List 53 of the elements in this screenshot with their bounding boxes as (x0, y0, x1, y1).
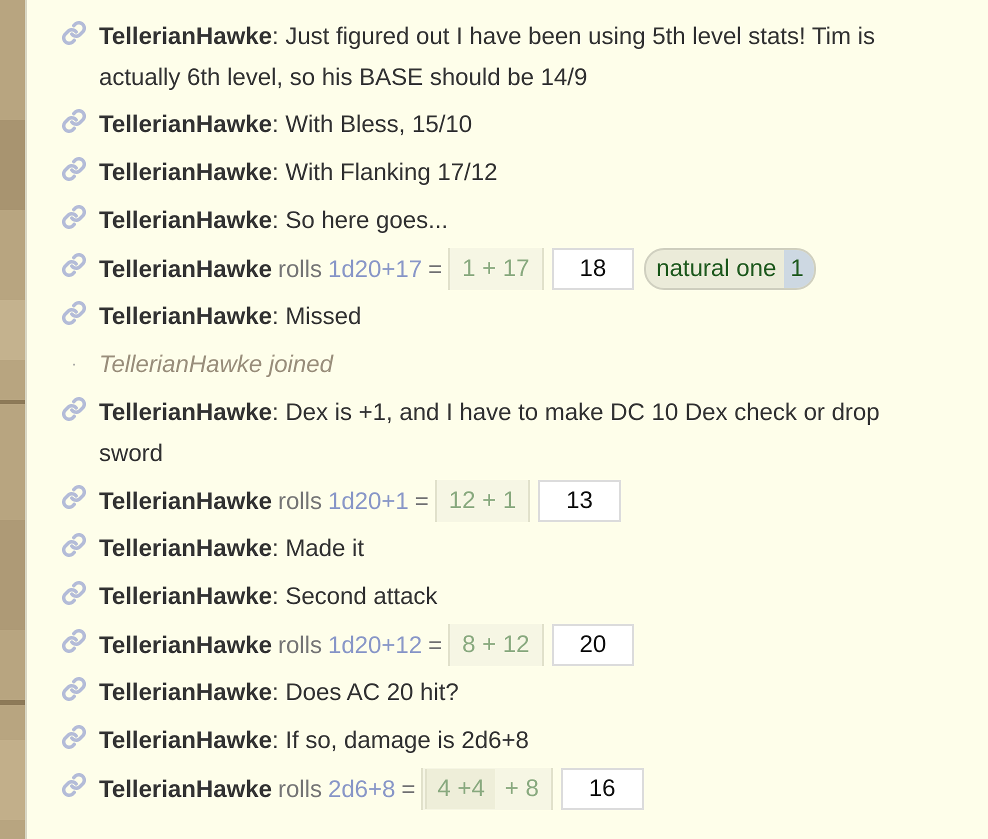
link-icon[interactable] (61, 628, 87, 654)
link-icon[interactable] (61, 108, 87, 134)
author-name: TellerianHawke (99, 254, 272, 284)
equals-sign: = (414, 486, 429, 516)
link-icon[interactable] (61, 724, 87, 750)
link-icon[interactable] (61, 204, 87, 230)
tag-value: 1 (784, 250, 814, 288)
bullet: · (70, 355, 78, 375)
dice-formula: 1d20+1 (328, 486, 409, 516)
equals-sign: = (401, 774, 416, 804)
roll-verb: rolls (278, 486, 322, 516)
author-name: TellerianHawke (99, 774, 272, 804)
roll-breakdown: 8 + 12 (461, 630, 531, 660)
roll-total: 16 (560, 768, 644, 810)
link-icon[interactable] (61, 252, 87, 278)
link-icon[interactable] (61, 676, 87, 702)
roll-total: 20 (552, 624, 634, 666)
link-icon[interactable] (61, 20, 87, 46)
dice-formula: 2d6+8 (328, 774, 396, 804)
roll-breakdown: 12 + 1 (448, 486, 518, 516)
link-icon[interactable] (61, 772, 87, 798)
author-name: TellerianHawke (99, 630, 272, 660)
roll-total: 13 (538, 480, 621, 522)
roll-breakdown: + 8 (504, 774, 540, 804)
tag-label: natural one (655, 254, 778, 284)
link-icon[interactable] (61, 532, 87, 558)
author-name: TellerianHawke (99, 486, 272, 516)
dice-formula: 1d20+17 (328, 254, 422, 284)
link-icon[interactable] (61, 580, 87, 606)
chat-message: TellerianHawke: If so, damage is 2d6+8 (99, 726, 529, 756)
link-icon[interactable] (61, 396, 87, 422)
chat-message: TellerianHawke: Second attack (99, 582, 438, 612)
link-icon[interactable] (61, 484, 87, 510)
chat-message: TellerianHawke: Does AC 20 hit? (99, 678, 459, 708)
roll-verb: rolls (278, 254, 322, 284)
roll-verb: rolls (278, 774, 322, 804)
equals-sign: = (428, 254, 442, 284)
chat-message: TellerianHawke: Just figured out I have been using 5th level stats! Tim is actually 6th level, so his BASE should be 14/9 (99, 22, 876, 93)
roll-total: 18 (552, 248, 634, 290)
chat-message: TellerianHawke: With Flanking 17/12 (99, 158, 498, 188)
equals-sign: = (428, 630, 442, 660)
link-icon[interactable] (61, 300, 87, 326)
roll-breakdown: 4 +4 (425, 769, 495, 809)
chat-message: TellerianHawke: Dex is +1, and I have to make DC 10 Dex check or drop sword (99, 398, 881, 469)
chat-message: TellerianHawke: Missed (99, 302, 362, 332)
chat-message: TellerianHawke: With Bless, 15/10 (99, 110, 472, 140)
chat-message: TellerianHawke: Made it (99, 534, 364, 564)
link-icon[interactable] (61, 156, 87, 182)
join-notice: TellerianHawke joined (99, 350, 333, 380)
chat-message: TellerianHawke: So here goes... (99, 206, 448, 236)
roll-breakdown: 1 + 17 (461, 254, 531, 284)
dice-formula: 1d20+12 (328, 630, 422, 660)
roll-verb: rolls (278, 630, 322, 660)
